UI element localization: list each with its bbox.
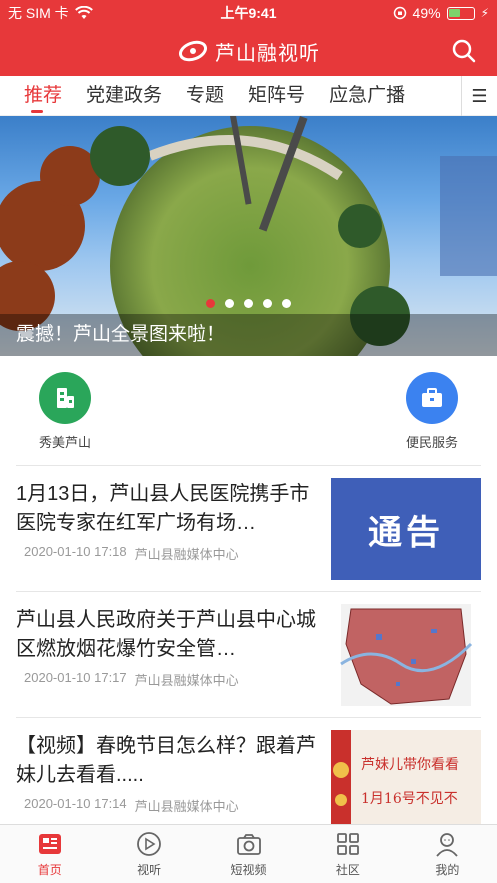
thumbnail-text: 芦妹儿带你看看 <box>361 757 459 773</box>
thumbnail-text: 通告 <box>368 512 444 553</box>
building-icon <box>39 371 91 424</box>
thumbnail-text: 1月16号不见不 <box>361 791 458 807</box>
battery-percent: 49% <box>412 5 441 21</box>
news-thumbnail-map <box>331 604 481 706</box>
tab-matrix[interactable]: 矩阵号 <box>236 76 317 116</box>
news-title: 【视频】春晚节目怎么样？跟着芦妹儿去看看..... <box>16 735 316 786</box>
channel-tabs: 推荐 党建政务 专题 矩阵号 应急广播 ☰ <box>0 76 497 116</box>
carousel-dot[interactable] <box>263 299 272 308</box>
tab-special-topics[interactable]: 专题 <box>174 76 236 116</box>
nav-short-video[interactable]: 短视频 <box>199 825 298 883</box>
carousel-dot[interactable] <box>225 299 234 308</box>
news-thumbnail: 通告 <box>331 478 481 580</box>
news-thumbnail-video: 芦妹儿带你看看 1月16号不见不 <box>331 730 481 832</box>
shortcut-public-services[interactable]: 便民服务 <box>397 371 467 451</box>
carousel-dot[interactable] <box>282 299 291 308</box>
menu-icon[interactable]: ☰ <box>461 76 497 116</box>
tab-recommend[interactable]: 推荐 <box>0 76 74 116</box>
nav-label: 首页 <box>37 863 62 877</box>
nav-label: 我的 <box>435 863 460 877</box>
camera-icon <box>236 834 261 855</box>
carrier-label: 无 SIM 卡 <box>8 5 69 21</box>
wifi-icon <box>74 6 93 19</box>
news-item[interactable]: 芦山县人民政府关于芦山县中心城区燃放烟花爆竹安全管… 2020-01-10 17… <box>16 591 481 717</box>
carousel-dot[interactable] <box>244 299 253 308</box>
news-icon <box>38 834 61 854</box>
news-source: 芦山县融媒体中心 <box>134 673 239 688</box>
news-meta: 2020-01-10 17:14 芦山县融媒体中心 <box>24 796 239 815</box>
news-title: 1月13日，芦山县人民医院携手市医院专家在红军广场有场… <box>16 483 310 534</box>
news-source: 芦山县融媒体中心 <box>134 547 239 562</box>
brand: 芦山融视听 <box>177 37 320 66</box>
nav-label: 社区 <box>335 863 360 877</box>
bottom-navigation: 首页 视听 短视频 社区 我的 <box>0 824 497 883</box>
orientation-lock-icon <box>393 6 406 20</box>
news-item[interactable]: 1月13日，芦山县人民医院携手市医院专家在红军广场有场… 2020-01-10 … <box>16 465 481 591</box>
tab-party-affairs[interactable]: 党建政务 <box>74 76 174 116</box>
play-icon <box>137 832 162 856</box>
search-icon[interactable] <box>451 38 477 64</box>
shortcut-label: 便民服务 <box>405 434 458 450</box>
banner-carousel[interactable]: 震撼！芦山全景图来啦！ <box>0 116 497 356</box>
shortcut-label: 秀美芦山 <box>38 434 91 450</box>
shortcut-row: 秀美芦山 便民服务 <box>0 356 497 466</box>
tab-emergency-broadcast[interactable]: 应急广播 <box>317 76 417 116</box>
nav-label: 视听 <box>137 863 162 877</box>
carousel-dots <box>0 299 497 308</box>
news-meta: 2020-01-10 17:18 芦山县融媒体中心 <box>24 544 239 563</box>
status-bar: 无 SIM 卡 上午9:41 49% ⚡ <box>0 0 497 26</box>
news-title: 芦山县人民政府关于芦山县中心城区燃放烟花爆竹安全管… <box>16 609 316 660</box>
news-date: 2020-01-10 17:17 <box>24 670 127 685</box>
app-header: 芦山融视听 <box>0 26 497 76</box>
banner-caption: 震撼！芦山全景图来啦！ <box>0 314 497 356</box>
news-list: 1月13日，芦山县人民医院携手市医院专家在红军广场有场… 2020-01-10 … <box>16 465 481 843</box>
carousel-dot[interactable] <box>206 299 215 308</box>
news-date: 2020-01-10 17:18 <box>24 544 127 559</box>
nav-label: 短视频 <box>230 863 267 877</box>
nav-home[interactable]: 首页 <box>0 825 99 883</box>
briefcase-icon <box>406 371 458 424</box>
charging-icon: ⚡ <box>480 6 489 20</box>
nav-community[interactable]: 社区 <box>298 825 397 883</box>
app-logo-icon <box>178 40 208 62</box>
grid-icon <box>337 833 359 855</box>
shortcut-scenic-lushan[interactable]: 秀美芦山 <box>30 371 100 451</box>
brand-title: 芦山融视听 <box>215 42 320 65</box>
nav-profile[interactable]: 我的 <box>398 825 497 883</box>
news-meta: 2020-01-10 17:17 芦山县融媒体中心 <box>24 670 239 689</box>
news-date: 2020-01-10 17:14 <box>24 796 127 811</box>
battery-icon <box>446 6 475 20</box>
user-icon <box>436 833 459 857</box>
news-source: 芦山县融媒体中心 <box>134 799 239 814</box>
nav-audiovisual[interactable]: 视听 <box>99 825 198 883</box>
